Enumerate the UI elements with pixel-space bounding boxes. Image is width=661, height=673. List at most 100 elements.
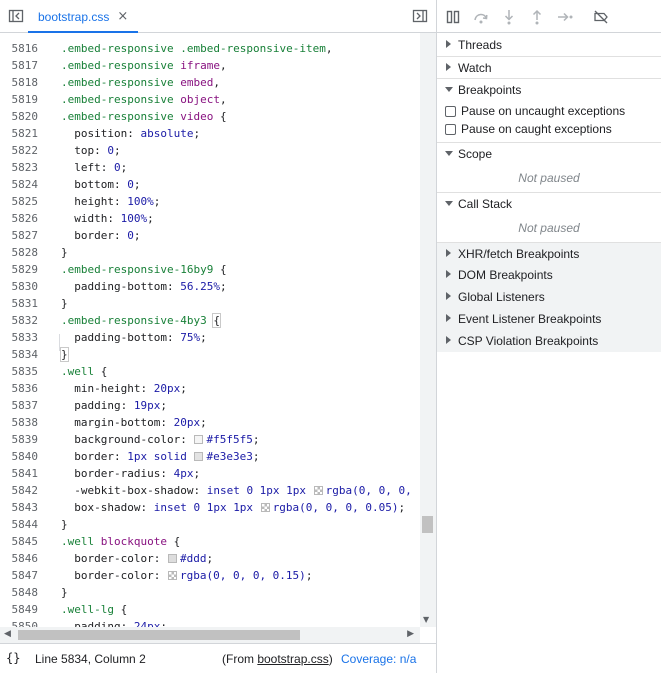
line-number[interactable]: 5825 [0,193,39,210]
code-line[interactable]: 5836 min-height: 20px; [0,380,420,397]
code-line[interactable]: 5825 height: 100%; [0,193,420,210]
line-number[interactable]: 5819 [0,91,39,108]
line-number[interactable]: 5836 [0,380,39,397]
code-line[interactable]: 5821 position: absolute; [0,125,420,142]
step-over-icon[interactable] [473,9,489,25]
code-line[interactable]: 5841 border-radius: 4px; [0,465,420,482]
line-number[interactable]: 5826 [0,210,39,227]
line-number[interactable]: 5835 [0,363,39,380]
code-line[interactable]: 5843 box-shadow: inset 0 1px 1px rgba(0,… [0,499,420,516]
line-number[interactable]: 5830 [0,278,39,295]
pause-caught-checkbox[interactable] [445,123,456,135]
scroll-right-icon[interactable]: ▶ [407,629,414,639]
code-line[interactable]: 5816 .embed-responsive .embed-responsive-… [0,40,420,57]
line-number[interactable]: 5845 [0,533,39,550]
close-icon[interactable]: × [117,10,128,23]
line-number[interactable]: 5816 [0,40,39,57]
vertical-scroll-thumb[interactable] [422,516,433,533]
code-editor[interactable]: 5816 .embed-responsive .embed-responsive-… [0,33,420,627]
horizontal-scrollbar[interactable]: ◀ ▶ [0,627,420,643]
tab-bootstrap-css[interactable]: bootstrap.css × [28,2,139,33]
line-number[interactable]: 5831 [0,295,39,312]
scroll-down-icon[interactable]: ▼ [423,615,429,624]
code-line[interactable]: 5845 .well blockquote { [0,533,420,550]
code-line[interactable]: 5824 bottom: 0; [0,176,420,193]
section-csp-violation-breakpoints[interactable]: CSP Violation Breakpoints [437,330,661,352]
line-number[interactable]: 5843 [0,499,39,516]
toggle-debugger-icon[interactable] [412,8,428,24]
line-number[interactable]: 5818 [0,74,39,91]
coverage-link[interactable]: Coverage: n/a [341,652,416,666]
line-number[interactable]: 5844 [0,516,39,533]
code-line[interactable]: 5846 border-color: #ddd; [0,550,420,567]
line-number[interactable]: 5841 [0,465,39,482]
transparent-swatch-icon[interactable] [313,486,323,495]
code-line[interactable]: 5847 border-color: rgba(0, 0, 0, 0.15); [0,567,420,584]
line-number[interactable]: 5839 [0,431,39,448]
code-line[interactable]: 5826 width: 100%; [0,210,420,227]
vertical-scrollbar[interactable]: ▼ [420,33,436,627]
code-line[interactable]: 5842 -webkit-box-shadow: inset 0 1px 1px… [0,482,420,499]
code-line[interactable]: 5827 border: 0; [0,227,420,244]
section-threads[interactable]: Threads [437,34,661,56]
color-swatch-icon[interactable] [167,554,177,563]
code-line[interactable]: 5833 padding-bottom: 75%; [0,329,420,346]
code-line[interactable]: 5817 .embed-responsive iframe, [0,57,420,74]
pause-uncaught-checkbox[interactable] [445,105,456,117]
line-number[interactable]: 5832 [0,312,39,329]
line-number[interactable]: 5828 [0,244,39,261]
code-line[interactable]: 5837 padding: 19px; [0,397,420,414]
line-number[interactable]: 5834 [0,346,39,363]
section-scope[interactable]: Scope [437,142,661,164]
line-number[interactable]: 5821 [0,125,39,142]
section-call-stack[interactable]: Call Stack [437,192,661,214]
code-line[interactable]: 5838 margin-bottom: 20px; [0,414,420,431]
source-file-link[interactable]: bootstrap.css [257,652,328,666]
section-global-listeners[interactable]: Global Listeners [437,286,661,308]
code-line[interactable]: 5822 top: 0; [0,142,420,159]
code-line[interactable]: 5829 .embed-responsive-16by9 { [0,261,420,278]
code-line[interactable]: 5840 border: 1px solid #e3e3e3; [0,448,420,465]
section-dom-breakpoints[interactable]: DOM Breakpoints [437,264,661,286]
code-line[interactable]: 5849 .well-lg { [0,601,420,618]
deactivate-breakpoints-icon[interactable] [593,9,609,25]
color-swatch-icon[interactable] [194,435,204,444]
line-number[interactable]: 5847 [0,567,39,584]
transparent-swatch-icon[interactable] [167,571,177,580]
section-event-listener-breakpoints[interactable]: Event Listener Breakpoints [437,308,661,330]
pause-caught-row[interactable]: Pause on caught exceptions [445,120,612,138]
section-breakpoints[interactable]: Breakpoints [437,78,661,100]
line-number[interactable]: 5838 [0,414,39,431]
step-out-icon[interactable] [529,9,545,25]
line-number[interactable]: 5840 [0,448,39,465]
code-line[interactable]: 5823 left: 0; [0,159,420,176]
code-line[interactable]: 5848} [0,584,420,601]
code-line[interactable]: 5820 .embed-responsive video { [0,108,420,125]
code-line[interactable]: 5819 .embed-responsive object, [0,91,420,108]
color-swatch-icon[interactable] [194,452,204,461]
line-number[interactable]: 5827 [0,227,39,244]
step-icon[interactable] [557,9,573,25]
step-into-icon[interactable] [501,9,517,25]
section-watch[interactable]: Watch [437,56,661,78]
line-number[interactable]: 5823 [0,159,39,176]
line-number[interactable]: 5850 [0,618,39,627]
section-xhr-breakpoints[interactable]: XHR/fetch Breakpoints [437,242,661,264]
code-line[interactable]: 5830 padding-bottom: 56.25%; [0,278,420,295]
code-line[interactable]: 5831} [0,295,420,312]
line-number[interactable]: 5849 [0,601,39,618]
pause-uncaught-row[interactable]: Pause on uncaught exceptions [445,102,625,120]
line-number[interactable]: 5837 [0,397,39,414]
line-number[interactable]: 5848 [0,584,39,601]
code-line[interactable]: 5850 padding: 24px; [0,618,420,627]
code-line[interactable]: 5818 .embed-responsive embed, [0,74,420,91]
code-line[interactable]: 5844} [0,516,420,533]
transparent-swatch-icon[interactable] [260,503,270,512]
toggle-navigator-icon[interactable] [8,8,24,24]
code-line[interactable]: 5834} [0,346,420,363]
line-number[interactable]: 5833 [0,329,39,346]
line-number[interactable]: 5824 [0,176,39,193]
pause-icon[interactable] [445,9,461,25]
line-number[interactable]: 5842 [0,482,39,499]
pretty-print-icon[interactable]: {} [6,651,20,665]
